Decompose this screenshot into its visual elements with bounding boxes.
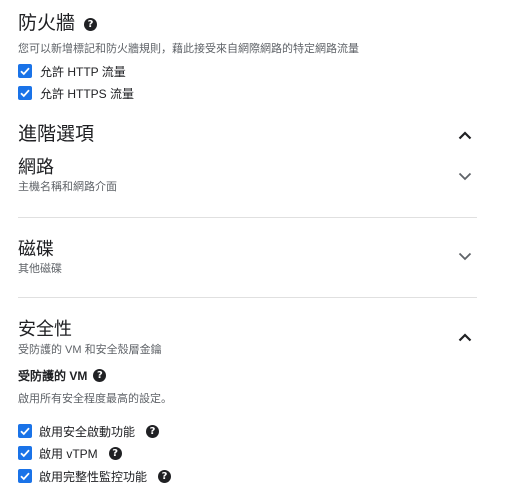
allow-http-label: 允許 HTTP 流量 bbox=[40, 64, 126, 79]
networking-subtitle: 主機名稱和網路介面 bbox=[18, 181, 117, 193]
vtpm-label: 啟用 vTPM bbox=[39, 446, 98, 461]
chevron-down-icon[interactable] bbox=[455, 246, 475, 266]
checkmark-icon bbox=[20, 67, 30, 76]
vtpm-checkbox-row[interactable]: 啟用 vTPM ? bbox=[18, 443, 122, 463]
allow-http-checkbox-row[interactable]: 允許 HTTP 流量 bbox=[18, 61, 126, 81]
checkmark-icon bbox=[20, 89, 30, 98]
allow-https-checkbox-row[interactable]: 允許 HTTPS 流量 bbox=[18, 83, 134, 103]
advanced-options-title: 進階選項 bbox=[18, 124, 95, 145]
shielded-vm-label: 受防護的 VM bbox=[18, 369, 88, 383]
firewall-header: 防火牆 ? bbox=[18, 12, 98, 36]
secure-boot-label: 啟用安全啟動功能 bbox=[39, 424, 136, 439]
vtpm-checkbox[interactable] bbox=[18, 446, 32, 460]
allow-https-checkbox[interactable] bbox=[18, 86, 32, 100]
integrity-monitoring-label: 啟用完整性監控功能 bbox=[39, 469, 148, 484]
allow-http-checkbox[interactable] bbox=[18, 64, 32, 78]
checkmark-icon bbox=[20, 472, 30, 481]
networking-title[interactable]: 網路 bbox=[18, 155, 54, 179]
security-title[interactable]: 安全性 bbox=[18, 317, 72, 341]
checkmark-icon bbox=[20, 449, 30, 458]
security-subtitle: 受防護的 VM 和安全殼層金鑰 bbox=[18, 344, 162, 356]
chevron-up-icon[interactable] bbox=[455, 327, 475, 347]
allow-https-label: 允許 HTTPS 流量 bbox=[40, 86, 135, 101]
integrity-monitoring-checkbox[interactable] bbox=[18, 469, 32, 483]
help-circle-icon[interactable]: ? bbox=[93, 369, 107, 382]
shielded-vm-header: 受防護的 VM ? bbox=[18, 367, 107, 384]
secure-boot-checkbox[interactable] bbox=[18, 424, 32, 438]
chevron-up-icon[interactable] bbox=[455, 125, 475, 145]
firewall-title: 防火牆 bbox=[18, 13, 76, 34]
checkmark-icon bbox=[20, 427, 30, 436]
section-divider bbox=[18, 297, 477, 298]
shielded-vm-description: 啟用所有安全程度最高的設定。 bbox=[18, 393, 172, 405]
disks-title[interactable]: 磁碟 bbox=[18, 237, 54, 261]
section-divider bbox=[18, 217, 477, 218]
help-circle-icon[interactable]: ? bbox=[158, 469, 172, 483]
integrity-monitoring-checkbox-row[interactable]: 啟用完整性監控功能 ? bbox=[18, 466, 172, 486]
firewall-description: 您可以新增標記和防火牆規則，藉此接受來自網際網路的特定網路流量 bbox=[18, 43, 359, 55]
disks-subtitle: 其他磁碟 bbox=[18, 263, 62, 275]
secure-boot-checkbox-row[interactable]: 啟用安全啟動功能 ? bbox=[18, 421, 160, 441]
chevron-down-icon[interactable] bbox=[455, 166, 475, 186]
help-circle-icon[interactable]: ? bbox=[146, 424, 160, 438]
help-circle-icon[interactable]: ? bbox=[108, 446, 122, 460]
help-circle-icon[interactable]: ? bbox=[84, 17, 98, 31]
